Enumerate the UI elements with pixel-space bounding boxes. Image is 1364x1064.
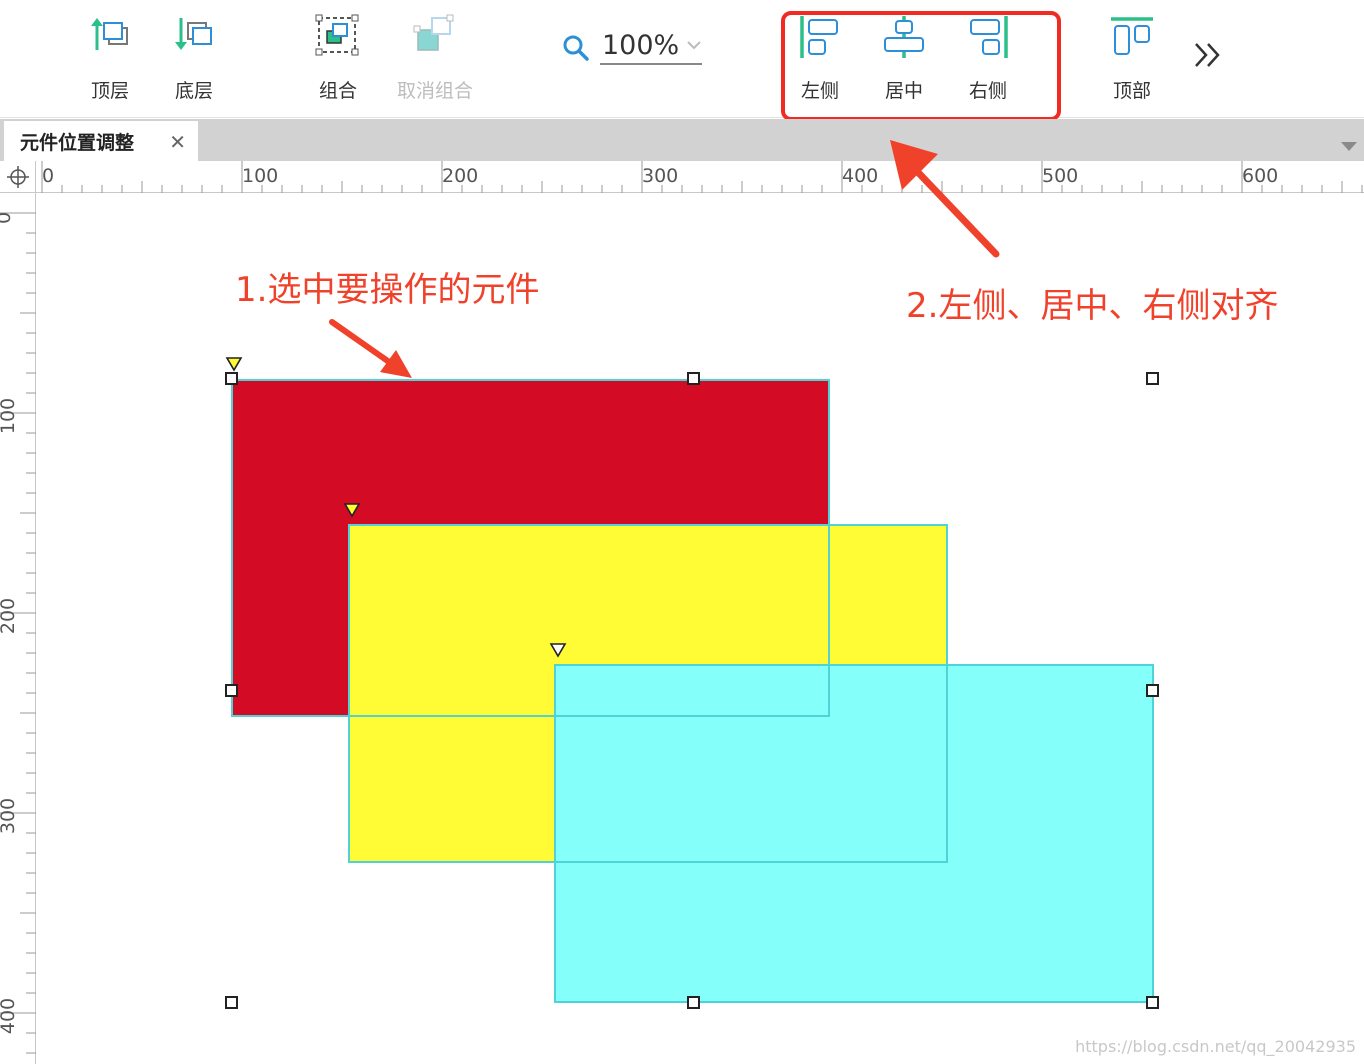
alignment-highlight-box (781, 11, 1061, 121)
bring-to-front-button[interactable]: 顶层 (70, 14, 150, 103)
selection-handle-top-center[interactable] (687, 372, 700, 385)
close-icon[interactable]: ✕ (169, 130, 186, 154)
search-icon (563, 35, 589, 61)
yellow-anchor-marker-icon (343, 503, 361, 518)
send-to-back-label: 底层 (174, 80, 213, 102)
annotation-step2: 2.左侧、居中、右侧对齐 (906, 286, 1279, 326)
group-button[interactable]: 组合 (298, 14, 378, 103)
selection-handle-middle-left[interactable] (225, 684, 238, 697)
ungroup-icon (413, 14, 454, 51)
tab-title: 元件位置调整 (20, 131, 135, 154)
yellow-rectangle-outline (348, 524, 948, 863)
horizontal-ruler-ticks (41, 161, 1363, 193)
watermark: https://blog.csdn.net/qq_20042935 (1075, 1037, 1356, 1056)
bring-to-front-label: 顶层 (90, 80, 129, 102)
selection-handle-bottom-left[interactable] (225, 996, 238, 1009)
zoom-control[interactable]: 100% (562, 30, 702, 65)
red-anchor-marker-icon (225, 357, 243, 372)
tab-component-position[interactable]: 元件位置调整 ✕ (4, 121, 198, 161)
tab-bar: 元件位置调整 ✕ (0, 119, 1364, 161)
h-ruler-label: 100 (242, 165, 279, 187)
v-ruler-label: 0 (0, 212, 15, 224)
ruler-corner (0, 161, 36, 193)
align-top-icon (1111, 17, 1153, 55)
chevron-down-icon[interactable] (686, 40, 702, 50)
toolbar: 顶层 底层 组合 取消组合 100% 左侧 居中 右侧 顶部 (0, 0, 1364, 121)
send-to-back-icon (175, 18, 212, 50)
annotation-step1: 1.选中要操作的元件 (235, 270, 540, 310)
selection-handle-top-right[interactable] (1146, 372, 1159, 385)
v-ruler-label: 400 (0, 997, 20, 1035)
h-ruler-label: 600 (1242, 165, 1279, 187)
horizontal-ruler: 0 100 200 300 400 500 600 (36, 161, 1364, 193)
h-ruler-label: 300 (642, 165, 679, 187)
selection-handle-middle-right[interactable] (1146, 684, 1159, 697)
selection-handle-top-left[interactable] (225, 372, 238, 385)
vertical-ruler: 0 100 200 300 400 (0, 193, 36, 1064)
tab-menu-caret-icon[interactable] (1340, 140, 1358, 152)
ungroup-label: 取消组合 (396, 80, 473, 102)
group-label: 组合 (318, 80, 357, 102)
selection-handle-bottom-center[interactable] (687, 996, 700, 1009)
v-ruler-label: 300 (0, 797, 20, 835)
cyan-anchor-marker-icon (549, 643, 567, 658)
h-ruler-label: 200 (442, 165, 479, 187)
bring-to-front-icon (91, 18, 128, 50)
group-icon (315, 14, 359, 56)
send-to-back-button[interactable]: 底层 (154, 14, 234, 103)
h-ruler-label: 500 (1042, 165, 1079, 187)
crosshair-icon (7, 166, 29, 188)
h-ruler-label: 0 (42, 165, 55, 187)
app-window: 顶层 底层 组合 取消组合 100% 左侧 居中 右侧 顶部 元件位置调整 ✕ … (0, 0, 1364, 1064)
more-tools-icon[interactable] (1190, 40, 1224, 70)
align-top-button[interactable]: 顶部 (1092, 14, 1172, 103)
v-ruler-label: 100 (0, 397, 20, 435)
selection-handle-bottom-right[interactable] (1146, 996, 1159, 1009)
h-ruler-label: 400 (842, 165, 879, 187)
v-ruler-label: 200 (0, 597, 20, 635)
ungroup-button[interactable]: 取消组合 (395, 14, 475, 103)
align-top-label: 顶部 (1112, 80, 1151, 102)
